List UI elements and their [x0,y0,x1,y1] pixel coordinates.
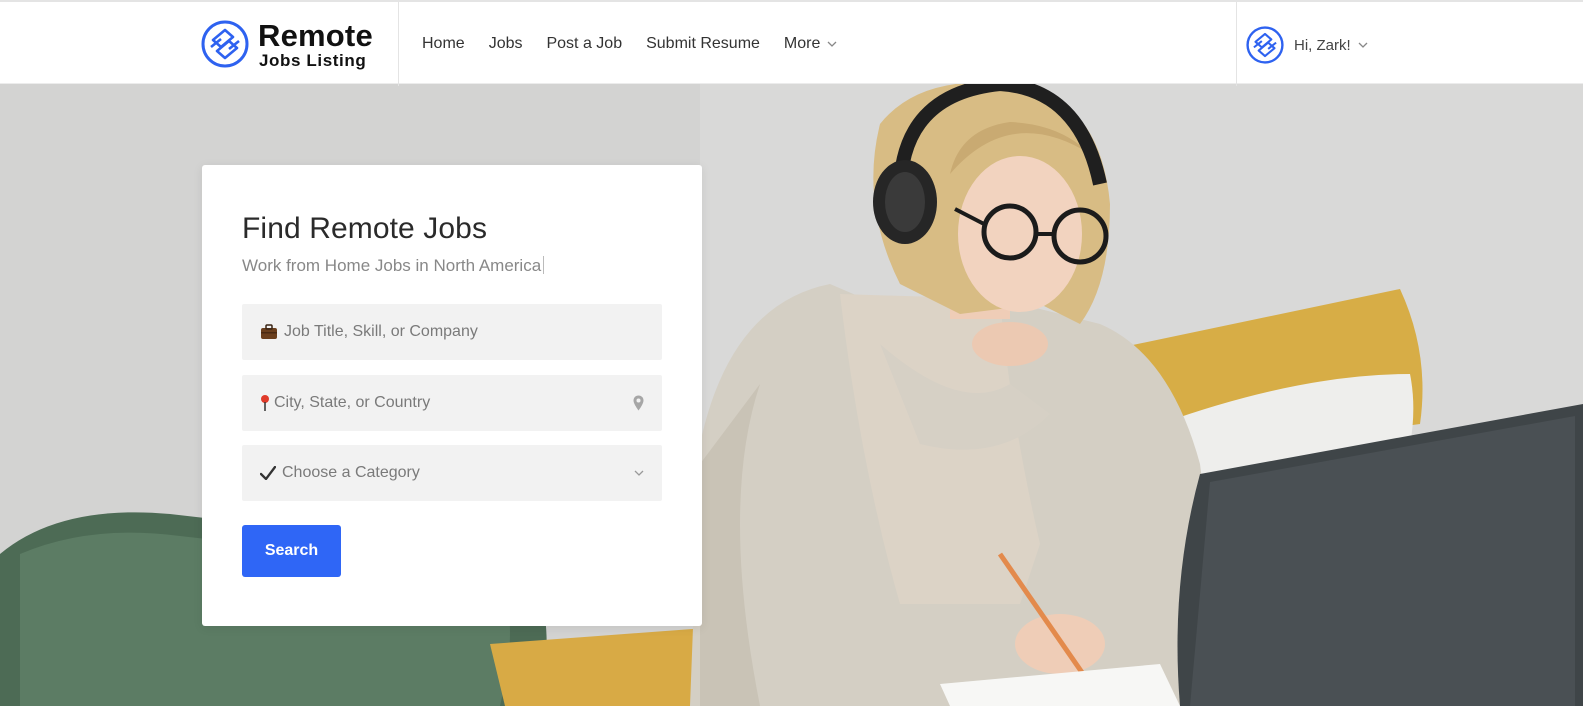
text-caret [543,256,545,274]
category-select[interactable]: Choose a Category [242,445,662,501]
chevron-down-icon [827,41,837,47]
logo-title: Remote [258,17,373,53]
check-mark-icon [260,466,276,480]
nav-post-a-job[interactable]: Post a Job [546,35,622,53]
nav-jobs[interactable]: Jobs [489,35,523,53]
site-header: Remote Jobs Listing Home Jobs Post a Job… [0,0,1583,86]
pushpin-icon [261,395,269,411]
hero-section: Find Remote Jobs Work from Home Jobs in … [0,84,1583,706]
briefcase-icon [261,324,277,339]
keyword-input[interactable]: Job Title, Skill, or Company [242,304,662,360]
main-nav: Home Jobs Post a Job Submit Resume More [422,2,837,86]
map-marker-icon[interactable] [633,395,644,411]
nav-home[interactable]: Home [422,35,465,53]
location-input[interactable]: City, State, or Country [242,375,662,431]
search-button[interactable]: Search [242,525,341,577]
nav-more[interactable]: More [784,35,837,53]
avatar [1246,26,1284,64]
nav-submit-resume[interactable]: Submit Resume [646,35,760,53]
chevron-down-icon [634,470,644,476]
header-divider [1236,2,1237,86]
search-title: Find Remote Jobs [242,212,488,245]
chevron-down-icon [1358,42,1368,48]
user-greeting: Hi, Zark! [1294,36,1351,54]
site-logo[interactable]: Remote Jobs Listing [201,19,373,69]
job-search-card: Find Remote Jobs Work from Home Jobs in … [202,165,702,626]
header-divider [398,2,399,86]
category-placeholder: Choose a Category [282,464,420,481]
user-menu[interactable]: Hi, Zark! [1246,26,1368,64]
logo-mark-icon [201,20,249,68]
location-placeholder: City, State, or Country [274,394,431,411]
keyword-placeholder: Job Title, Skill, or Company [284,323,478,340]
logo-subtitle: Jobs Listing [259,50,367,70]
search-subtitle: Work from Home Jobs in North America [242,256,545,276]
